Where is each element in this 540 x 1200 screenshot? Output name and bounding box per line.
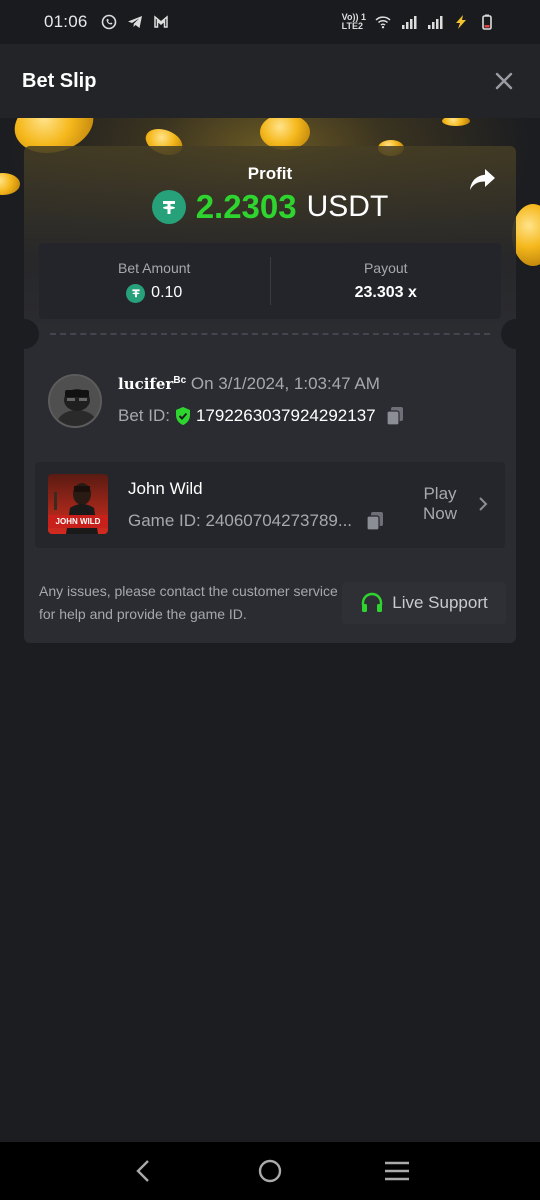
coin-decoration	[442, 118, 470, 126]
avatar-image	[50, 376, 100, 426]
whatsapp-icon	[101, 14, 116, 30]
share-icon	[470, 169, 495, 190]
headset-icon	[362, 592, 383, 612]
usdt-icon	[126, 283, 146, 303]
payout-value: 23.303 x	[354, 284, 417, 301]
close-button[interactable]	[490, 67, 518, 95]
profit-value: 2.2303	[195, 188, 297, 225]
game-id-label: Game ID:	[128, 511, 201, 530]
share-button[interactable]	[468, 166, 498, 194]
recents-button[interactable]	[377, 1151, 417, 1191]
live-support-label: Live Support	[392, 593, 488, 612]
bet-amount-label: Bet Amount	[118, 259, 191, 276]
play-now-button[interactable]: Play Now	[415, 484, 465, 524]
home-button[interactable]	[250, 1151, 290, 1191]
chevron-right-icon[interactable]	[477, 496, 489, 512]
coin-decoration	[512, 204, 540, 266]
system-indicators: Vo)) 1 LTE2	[342, 13, 496, 31]
bet-amount-value: 0.10	[151, 284, 183, 301]
live-support-button[interactable]: Live Support	[342, 582, 506, 624]
back-icon	[136, 1160, 150, 1182]
profit-label: Profit	[247, 164, 293, 183]
signal-icon	[402, 16, 417, 29]
username-tag: Bc	[173, 375, 187, 386]
game-name: John Wild	[128, 479, 203, 498]
payout-label: Payout	[363, 260, 408, 276]
notification-icons	[100, 14, 170, 30]
help-text: Any issues, please contact the customer …	[39, 583, 338, 622]
bet-slip-card: Profit 2.2303 USDT Bet Amount 0.10 Payou…	[9, 146, 531, 643]
game-id-row: Game ID: 24060704273789...	[128, 511, 384, 531]
home-icon	[258, 1159, 282, 1183]
profit-currency: USDT	[306, 190, 389, 223]
bet-meta: luciferBc On 3/1/2024, 1:03:47 AM	[118, 374, 380, 394]
shield-check-icon	[175, 407, 190, 425]
back-button[interactable]	[123, 1151, 163, 1191]
bet-id-row: Bet ID: 1792263037924292137	[118, 406, 404, 426]
copy-icon[interactable]	[366, 511, 384, 531]
battery-icon	[482, 14, 492, 30]
profit-section: Profit 2.2303 USDT Bet Amount 0.10 Payou…	[24, 146, 516, 334]
bet-slip-header: Bet Slip	[0, 44, 540, 118]
bet-amount-value-row: 0.10	[126, 283, 183, 303]
payout: Payout 23.303 x	[271, 243, 502, 319]
bet-amount: Bet Amount 0.10	[39, 243, 270, 319]
bet-id: 1792263037924292137	[195, 406, 376, 425]
ticket-notch-right	[501, 319, 531, 349]
recents-icon	[384, 1161, 409, 1181]
usdt-icon	[151, 190, 186, 224]
bet-datetime: On 3/1/2024, 1:03:47 AM	[190, 374, 380, 393]
telegram-icon	[127, 16, 142, 28]
copy-icon[interactable]	[386, 406, 404, 426]
status-bar: 01:06 Vo)) 1 LTE2	[0, 0, 540, 44]
signal-icon	[428, 16, 443, 29]
charging-bolt-icon	[456, 15, 466, 29]
gmail-icon	[153, 15, 168, 28]
bet-id-label: Bet ID:	[118, 406, 170, 425]
wifi-icon	[375, 16, 391, 29]
game-card[interactable]: JOHN WILD John Wild Game ID: 24060704273…	[35, 462, 505, 548]
network-label: Vo)) 1 LTE2	[341, 12, 366, 31]
bet-stats: Bet Amount 0.10 Payout 23.303 x	[39, 243, 501, 319]
avatar[interactable]	[48, 374, 102, 428]
profit-amount: 2.2303 USDT	[24, 188, 516, 226]
coin-decoration	[0, 173, 20, 195]
page-title: Bet Slip	[22, 69, 97, 92]
close-icon	[495, 72, 513, 90]
username[interactable]: luciferBc	[118, 375, 186, 393]
system-nav-bar	[0, 1142, 540, 1200]
ticket-notch-left	[9, 319, 39, 349]
game-id: 24060704273789...	[205, 511, 353, 530]
status-time: 01:06	[44, 12, 88, 31]
game-thumbnail-title: JOHN WILD	[48, 515, 108, 528]
ticket-divider	[50, 333, 490, 335]
bet-user-info: luciferBc On 3/1/2024, 1:03:47 AM Bet ID…	[48, 374, 498, 430]
game-thumbnail: JOHN WILD	[48, 474, 108, 534]
